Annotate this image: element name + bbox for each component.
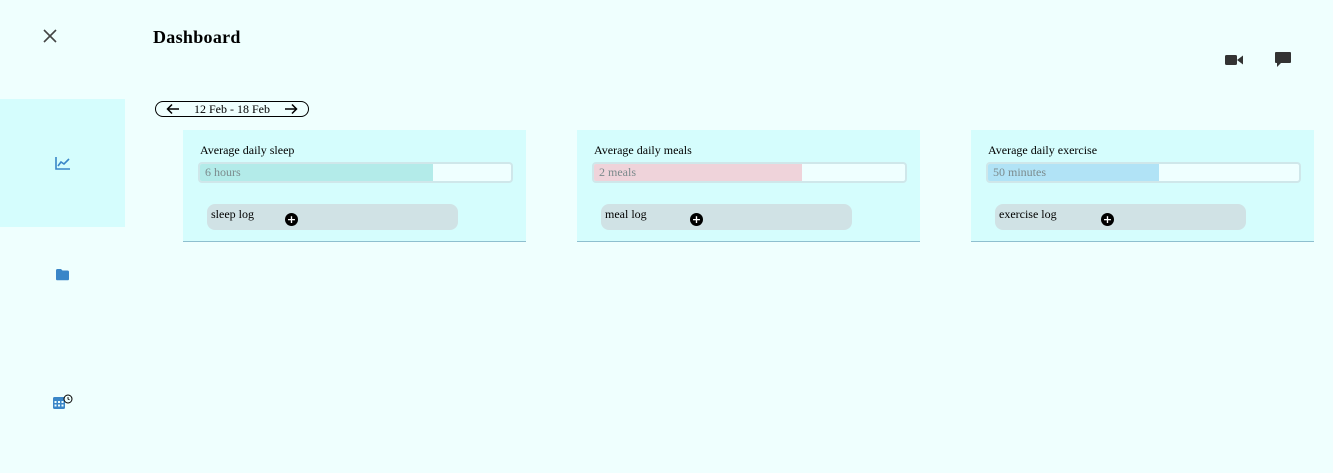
card-title: Average daily exercise xyxy=(988,143,1098,157)
calendar-clock-icon xyxy=(52,394,72,409)
progress-value: 50 minutes xyxy=(993,165,1046,179)
sidebar-item-files[interactable] xyxy=(0,210,125,338)
arrow-right-icon xyxy=(285,103,298,115)
plus-circle-icon: + xyxy=(690,213,703,226)
close-button[interactable] xyxy=(40,26,60,46)
chat-button[interactable] xyxy=(1272,50,1294,70)
video-call-button[interactable] xyxy=(1223,50,1245,70)
exercise-progress-bar: 50 minutes xyxy=(986,162,1301,183)
sidebar-item-dashboard[interactable] xyxy=(0,99,125,227)
progress-value: 6 hours xyxy=(205,165,241,179)
close-icon xyxy=(43,29,57,43)
folder-icon xyxy=(56,268,69,280)
sleep-progress-bar: 6 hours xyxy=(198,162,513,183)
previous-week-button[interactable] xyxy=(166,103,180,115)
card-title: Average daily sleep xyxy=(200,143,295,157)
plus-circle-icon: + xyxy=(285,213,298,226)
exercise-card: Average daily exercise 50 minutes exerci… xyxy=(971,130,1314,242)
chat-bubble-icon xyxy=(1275,52,1291,67)
sidebar-item-calendar[interactable] xyxy=(0,338,125,466)
arrow-left-icon xyxy=(166,103,179,115)
date-range-selector: 12 Feb - 18 Feb xyxy=(155,101,309,117)
log-button-label: sleep log xyxy=(211,207,254,221)
chart-line-icon xyxy=(54,157,70,170)
exercise-log-button[interactable]: exercise log + xyxy=(995,204,1246,230)
meals-card: Average daily meals 2 meals meal log + xyxy=(577,130,920,242)
meals-progress-bar: 2 meals xyxy=(592,162,907,183)
card-title: Average daily meals xyxy=(594,143,692,157)
video-camera-icon xyxy=(1225,55,1243,65)
plus-circle-icon: + xyxy=(1101,213,1114,226)
progress-value: 2 meals xyxy=(599,165,636,179)
log-button-label: exercise log xyxy=(999,207,1057,221)
page-title: Dashboard xyxy=(153,27,241,47)
log-button-label: meal log xyxy=(605,207,647,221)
meal-log-button[interactable]: meal log + xyxy=(601,204,852,230)
sleep-log-button[interactable]: sleep log + xyxy=(207,204,458,230)
sleep-card: Average daily sleep 6 hours sleep log + xyxy=(183,130,526,242)
next-week-button[interactable] xyxy=(284,103,298,115)
date-range-label: 12 Feb - 18 Feb xyxy=(194,101,270,116)
